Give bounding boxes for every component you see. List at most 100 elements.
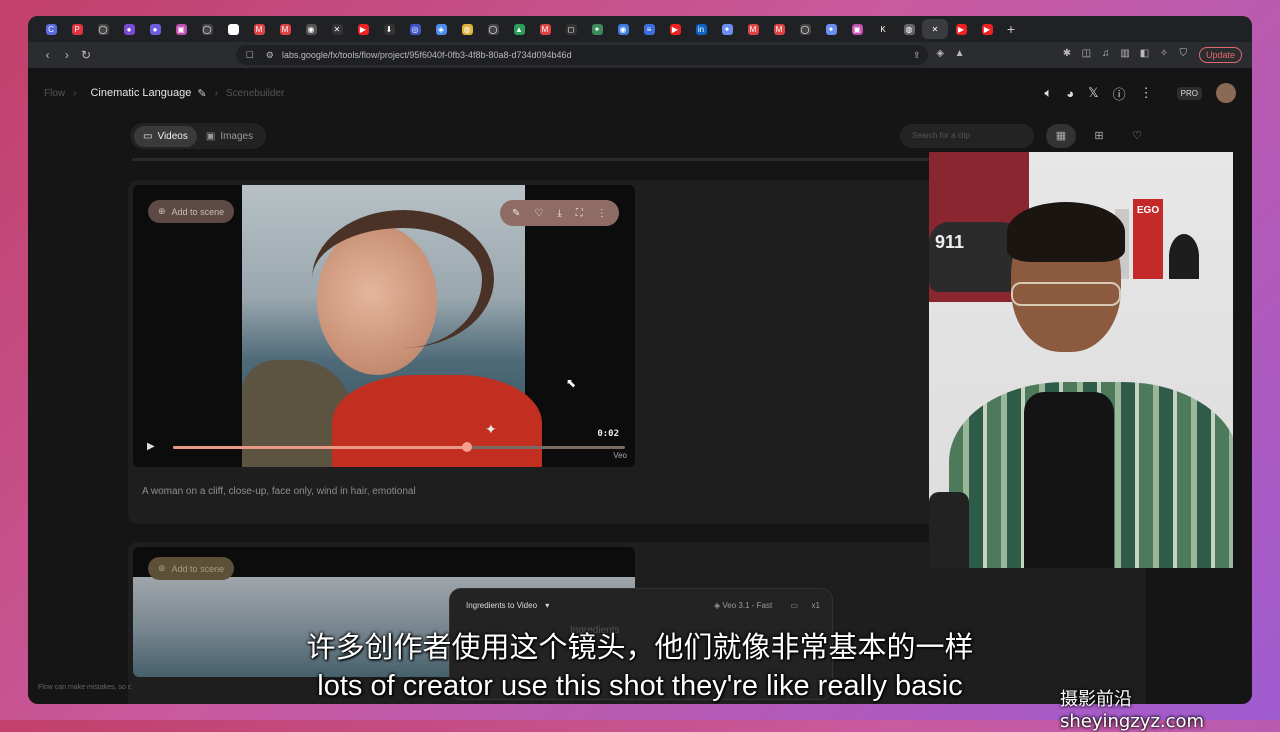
model-select[interactable]: ◈ Veo 3.1 - Fast ▭ bbox=[714, 601, 798, 610]
breadcrumb-scenebuilder[interactable]: Scenebuilder bbox=[226, 88, 284, 99]
browser-tab[interactable]: ◯ bbox=[792, 19, 818, 39]
browser-tab[interactable]: ◉ bbox=[298, 19, 324, 39]
site-settings-icon[interactable]: ⚙ bbox=[266, 50, 274, 61]
browser-tab[interactable]: ◻ bbox=[558, 19, 584, 39]
grid-small-icon[interactable]: ⊞ bbox=[1084, 124, 1114, 148]
favorites-heart-icon[interactable]: ♡ bbox=[1122, 124, 1152, 148]
browser-tab[interactable]: ✕ bbox=[324, 19, 350, 39]
mode-select[interactable]: Ingredients to Video ▾ bbox=[466, 601, 549, 610]
browser-tab[interactable]: C bbox=[38, 19, 64, 39]
browser-tab[interactable]: ▣ bbox=[844, 19, 870, 39]
browser-tab[interactable]: G bbox=[220, 19, 246, 39]
browser-tab[interactable]: ≡ bbox=[636, 19, 662, 39]
veo-watermark: Veo bbox=[613, 451, 627, 460]
bookmark-icon[interactable]: ☐ bbox=[246, 50, 254, 61]
browser-tab[interactable]: ▶ bbox=[662, 19, 688, 39]
browser-tab[interactable]: K bbox=[870, 19, 896, 39]
browser-tab[interactable]: ✕ bbox=[922, 19, 948, 39]
video-camera-icon: ▭ bbox=[143, 130, 153, 142]
browser-tab[interactable]: ◍ bbox=[454, 19, 480, 39]
browser-tab[interactable]: M bbox=[532, 19, 558, 39]
book: EGO bbox=[1133, 199, 1163, 279]
app-icon: ◍ bbox=[903, 23, 915, 35]
browser-tab[interactable]: M bbox=[272, 19, 298, 39]
browser-tab[interactable]: ◉ bbox=[610, 19, 636, 39]
tab-videos[interactable]: ▭ Videos bbox=[134, 125, 197, 147]
volume-icon[interactable]: 🔈︎ bbox=[1044, 85, 1052, 101]
browser-tab[interactable]: ⬇ bbox=[376, 19, 402, 39]
browser-tab[interactable]: ✦ bbox=[818, 19, 844, 39]
app-icon: ● bbox=[149, 23, 161, 35]
browser-tab[interactable]: M bbox=[766, 19, 792, 39]
video-player[interactable]: ⊕ Add to scene ✎ ♡ ⤓ ⛶ ⋮ ✦ ▶ 0:02 Veo bbox=[133, 185, 635, 467]
download-icon[interactable]: ⤓ bbox=[557, 208, 561, 219]
browser-tab[interactable]: ▶ bbox=[948, 19, 974, 39]
add-to-scene-button[interactable]: ⊕ Add to scene bbox=[148, 200, 235, 223]
extension-icon[interactable]: ◈ bbox=[932, 48, 947, 62]
camera-icon[interactable]: ◫ bbox=[1079, 48, 1094, 62]
more-vertical-icon[interactable]: ⋮ bbox=[597, 208, 607, 219]
extensions-puzzle-icon[interactable]: ✱ bbox=[1059, 48, 1074, 62]
heart-icon[interactable]: ♡ bbox=[534, 208, 543, 219]
music-icon[interactable]: ♫ bbox=[1098, 48, 1113, 62]
extension-icon[interactable]: ◧ bbox=[1137, 48, 1152, 62]
model-icon: ◈ bbox=[714, 601, 721, 610]
browser-tab[interactable]: ◍ bbox=[896, 19, 922, 39]
app-icon: ● bbox=[123, 23, 135, 35]
browser-tab[interactable]: ● bbox=[116, 19, 142, 39]
timestamp: 0:02 bbox=[597, 429, 619, 439]
browser-tab[interactable]: ✦ bbox=[714, 19, 740, 39]
close-icon: ✕ bbox=[929, 23, 941, 35]
more-vertical-icon[interactable]: ⋮ bbox=[1140, 85, 1153, 101]
browser-tab[interactable]: ◈ bbox=[428, 19, 454, 39]
add-to-scene-button[interactable]: ⊕ Add to scene bbox=[148, 557, 235, 580]
seek-handle[interactable] bbox=[461, 442, 472, 452]
browser-tab[interactable]: P bbox=[64, 19, 90, 39]
photo-icon: ▣ bbox=[851, 23, 863, 35]
browser-tab[interactable]: ▶ bbox=[974, 19, 1000, 39]
share-icon[interactable]: ⇪ bbox=[913, 50, 921, 61]
clip-search-input[interactable]: Search for a clip bbox=[900, 124, 1034, 148]
output-count[interactable]: x1 bbox=[812, 601, 820, 610]
edit-icon[interactable]: ✎ bbox=[512, 208, 520, 219]
forward-icon[interactable]: › bbox=[57, 48, 76, 62]
edit-pencil-icon[interactable]: ✎ bbox=[197, 87, 206, 100]
browser-tab[interactable]: ✦ bbox=[584, 19, 610, 39]
x-icon[interactable]: 𝕏 bbox=[1088, 85, 1098, 101]
browser-tab[interactable]: ◯ bbox=[194, 19, 220, 39]
browser-tab[interactable]: ▲ bbox=[506, 19, 532, 39]
browser-tab[interactable]: M bbox=[740, 19, 766, 39]
browser-tab[interactable]: ◎ bbox=[402, 19, 428, 39]
back-icon[interactable]: ‹ bbox=[38, 48, 57, 62]
linkedin-icon: in bbox=[695, 23, 707, 35]
aspect-icon: ▭ bbox=[790, 601, 798, 610]
extension-icon[interactable]: ✧ bbox=[1156, 48, 1171, 62]
poster-text: 911 bbox=[935, 232, 965, 252]
browser-tab[interactable]: in bbox=[688, 19, 714, 39]
update-button[interactable]: Update bbox=[1199, 47, 1243, 63]
sidebar-icon[interactable]: ▥ bbox=[1117, 48, 1132, 62]
browser-tab[interactable]: ◯ bbox=[480, 19, 506, 39]
extension-icon[interactable]: ▲ bbox=[952, 48, 967, 62]
new-tab-icon[interactable]: + bbox=[1000, 21, 1022, 37]
seek-bar[interactable] bbox=[173, 442, 625, 452]
fullscreen-icon[interactable]: ⛶ bbox=[576, 208, 583, 219]
play-icon[interactable]: ▶ bbox=[147, 441, 155, 452]
chevron-down-icon: ▾ bbox=[545, 601, 550, 610]
avatar[interactable] bbox=[1216, 83, 1236, 103]
browser-tab[interactable]: ◯ bbox=[90, 19, 116, 39]
tab-images[interactable]: ▣ Images bbox=[197, 126, 262, 147]
shield-icon[interactable]: ⛉ bbox=[1176, 48, 1191, 62]
discord-icon[interactable]: ◕ bbox=[1066, 86, 1074, 101]
browser-tab[interactable]: ● bbox=[142, 19, 168, 39]
browser-tab[interactable]: ▣ bbox=[168, 19, 194, 39]
grid-view-icon[interactable]: ▦ bbox=[1046, 124, 1076, 148]
browser-tab[interactable]: ▶ bbox=[350, 19, 376, 39]
app-icon: ✦ bbox=[591, 23, 603, 35]
reload-icon[interactable]: ↻ bbox=[76, 48, 95, 62]
breadcrumb-flow[interactable]: Flow bbox=[44, 88, 65, 99]
help-icon[interactable]: ⓘ bbox=[1113, 84, 1126, 103]
gmail-icon: M bbox=[279, 23, 291, 35]
browser-tab[interactable]: M bbox=[246, 19, 272, 39]
url-bar[interactable]: ☐ ⚙ labs.google/fx/tools/flow/project/95… bbox=[235, 45, 929, 65]
